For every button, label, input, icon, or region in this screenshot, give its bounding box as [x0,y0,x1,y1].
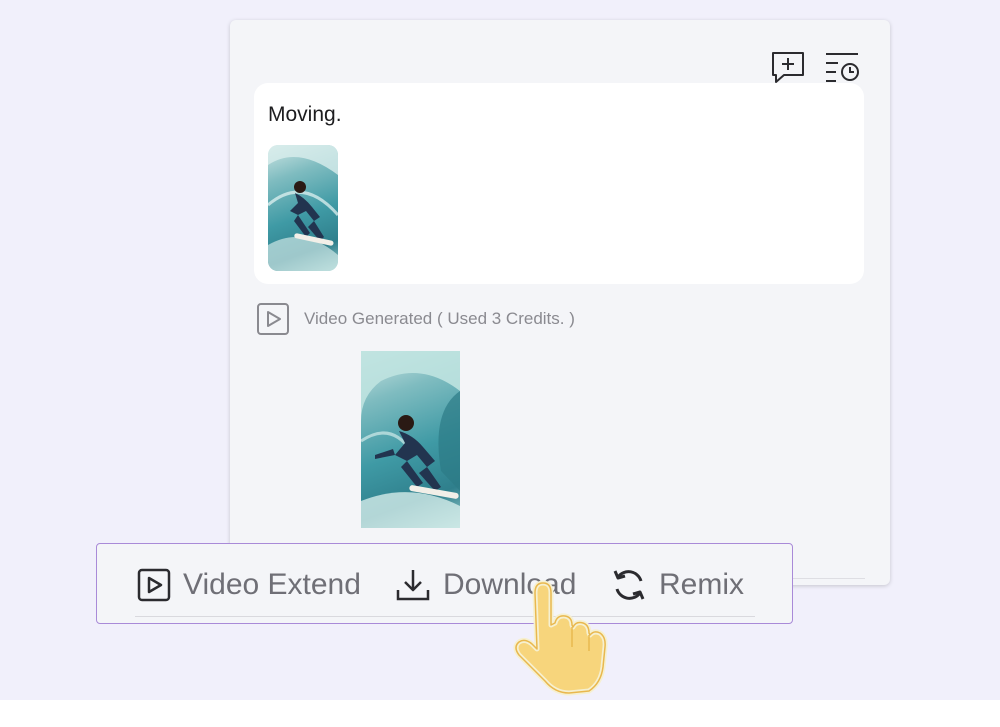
remix-button[interactable]: Remix [611,564,744,606]
pointer-hand-icon [505,575,620,700]
video-extend-button[interactable]: Video Extend [137,564,361,606]
generation-status-text: Video Generated ( Used 3 Credits. ) [304,309,575,328]
bottom-strip [0,700,1000,727]
message-text: Moving. [268,103,342,126]
new-chat-icon[interactable] [770,50,808,86]
toolbar-divider [135,616,755,617]
chat-panel: Moving. Video Generated ( Used 3 Credits… [230,20,890,585]
video-play-icon [257,303,289,335]
download-icon [396,570,430,601]
attached-image-thumbnail[interactable] [268,145,338,271]
video-extend-icon [137,568,171,602]
generation-status: Video Generated ( Used 3 Credits. ) [256,302,575,336]
video-extend-label: Video Extend [183,568,361,601]
message-bubble: Moving. [254,83,864,284]
generated-video-preview[interactable] [361,351,460,528]
history-icon[interactable] [824,50,862,86]
remix-label: Remix [659,568,745,601]
action-toolbar: Video Extend Download Remix [96,543,793,624]
